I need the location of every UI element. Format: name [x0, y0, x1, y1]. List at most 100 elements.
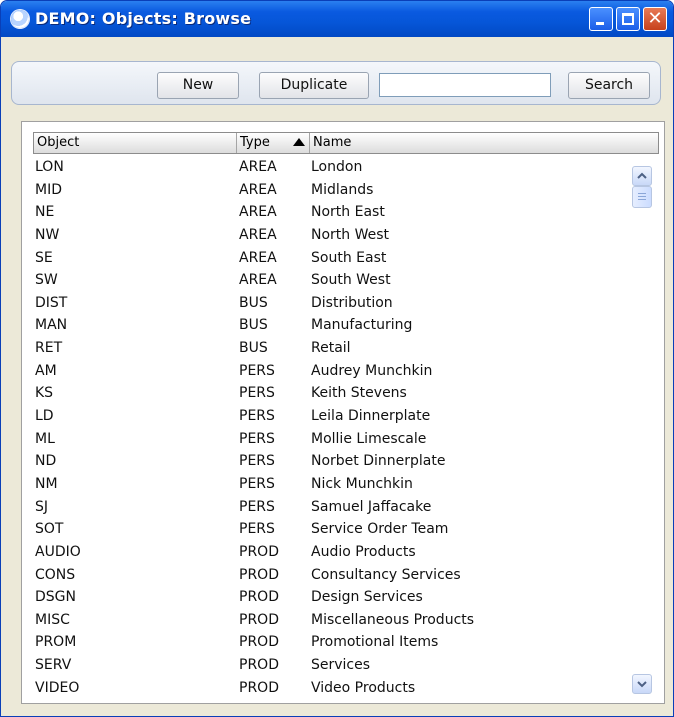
cell-object: DSGN	[35, 589, 76, 606]
table-row[interactable]: ML PERS Mollie Limescale	[33, 428, 633, 451]
cell-object: VIDEO	[35, 679, 80, 696]
cell-object: SERV	[35, 657, 72, 674]
browse-window: DEMO: Objects: Browse ✕ New Duplicate Se…	[0, 0, 674, 717]
cell-type: BUS	[239, 340, 268, 357]
table-row[interactable]: NW AREA North West	[33, 224, 633, 247]
chevron-down-icon	[637, 681, 647, 688]
scroll-down-button[interactable]	[632, 674, 652, 694]
cell-object: SOT	[35, 521, 64, 538]
table-row[interactable]: AM PERS Audrey Munchkin	[33, 360, 633, 383]
cell-object: ML	[35, 430, 55, 447]
cell-type: PERS	[239, 475, 275, 492]
table-row[interactable]: CONS PROD Consultancy Services	[33, 564, 633, 587]
minimize-button[interactable]	[589, 7, 613, 31]
cell-name: North West	[311, 226, 390, 243]
cell-name: Manufacturing	[311, 317, 413, 334]
cell-object: NE	[35, 204, 55, 221]
window-title: DEMO: Objects: Browse	[35, 9, 252, 28]
table-row[interactable]: KS PERS Keith Stevens	[33, 382, 633, 405]
cell-name: Norbet Dinnerplate	[311, 453, 446, 470]
sort-ascending-icon	[293, 138, 305, 146]
column-header-label: Type	[240, 135, 270, 150]
cell-name: Distribution	[311, 294, 393, 311]
cell-name: Mollie Limescale	[311, 430, 427, 447]
cell-object: PROM	[35, 634, 77, 651]
table-row[interactable]: SERV PROD Services	[33, 654, 633, 677]
maximize-button[interactable]	[616, 7, 640, 31]
table-row[interactable]: MID AREA Midlands	[33, 179, 633, 202]
column-header-label: Name	[313, 135, 352, 150]
search-button[interactable]: Search	[568, 72, 650, 99]
table-row[interactable]: NM PERS Nick Munchkin	[33, 473, 633, 496]
objects-list: Object Type Name LON AREA London MID AREA Mid…	[21, 121, 665, 704]
list-rows: LON AREA London MID AREA Midlands NE AREA North …	[33, 156, 633, 699]
title-bar[interactable]: DEMO: Objects: Browse ✕	[1, 1, 673, 37]
table-row[interactable]: LON AREA London	[33, 156, 633, 179]
cell-object: DIST	[35, 294, 68, 311]
table-row[interactable]: SE AREA South East	[33, 247, 633, 270]
list-header: Object Type Name	[33, 132, 659, 154]
chevron-up-icon	[637, 172, 647, 179]
duplicate-button[interactable]: Duplicate	[259, 72, 369, 99]
cell-object: NM	[35, 475, 58, 492]
cell-name: Audrey Munchkin	[311, 362, 433, 379]
cell-name: Midlands	[311, 181, 374, 198]
search-input[interactable]	[379, 73, 551, 97]
table-row[interactable]: MISC PROD Miscellaneous Products	[33, 609, 633, 632]
cell-type: AREA	[239, 249, 277, 266]
close-button[interactable]: ✕	[643, 7, 667, 31]
cell-type: PROD	[239, 611, 279, 628]
cell-name: Consultancy Services	[311, 566, 461, 583]
table-row[interactable]: MAN BUS Manufacturing	[33, 314, 633, 337]
cell-type: BUS	[239, 317, 268, 334]
new-button[interactable]: New	[157, 72, 239, 99]
scroll-up-button[interactable]	[632, 166, 652, 186]
cell-type: BUS	[239, 294, 268, 311]
cell-type: PROD	[239, 589, 279, 606]
column-header-object[interactable]: Object	[34, 133, 237, 153]
table-row[interactable]: AUDIO PROD Audio Products	[33, 541, 633, 564]
cell-name: Service Order Team	[311, 521, 449, 538]
cell-type: PERS	[239, 453, 275, 470]
table-row[interactable]: VIDEO PROD Video Products	[33, 677, 633, 700]
cell-object: AM	[35, 362, 57, 379]
cell-name: Design Services	[311, 589, 423, 606]
cell-type: PERS	[239, 521, 275, 538]
cell-type: PROD	[239, 566, 279, 583]
table-row[interactable]: LD PERS Leila Dinnerplate	[33, 405, 633, 428]
vertical-scrollbar[interactable]	[632, 156, 654, 696]
cell-object: ND	[35, 453, 57, 470]
cell-object: LD	[35, 408, 54, 425]
cell-object: KS	[35, 385, 54, 402]
cell-name: Leila Dinnerplate	[311, 408, 431, 425]
cell-name: South West	[311, 272, 391, 289]
cell-object: SJ	[35, 498, 49, 515]
table-row[interactable]: SW AREA South West	[33, 269, 633, 292]
scroll-thumb[interactable]	[632, 186, 652, 208]
cell-type: AREA	[239, 272, 277, 289]
table-row[interactable]: DSGN PROD Design Services	[33, 586, 633, 609]
table-row[interactable]: NE AREA North East	[33, 201, 633, 224]
cell-type: AREA	[239, 181, 277, 198]
button-bar: New Duplicate Search	[11, 61, 661, 105]
table-row[interactable]: PROM PROD Promotional Items	[33, 631, 633, 654]
table-row[interactable]: SJ PERS Samuel Jaffacake	[33, 496, 633, 519]
cell-type: PERS	[239, 385, 275, 402]
table-row[interactable]: SOT PERS Service Order Team	[33, 518, 633, 541]
column-header-name[interactable]: Name	[310, 133, 658, 153]
cell-type: PROD	[239, 657, 279, 674]
cell-name: Miscellaneous Products	[311, 611, 475, 628]
cell-object: MID	[35, 181, 62, 198]
cell-type: AREA	[239, 204, 277, 221]
cell-name: Retail	[311, 340, 351, 357]
table-row[interactable]: DIST BUS Distribution	[33, 292, 633, 315]
cell-type: PROD	[239, 634, 279, 651]
cell-name: Promotional Items	[311, 634, 439, 651]
cell-name: Samuel Jaffacake	[311, 498, 432, 515]
table-row[interactable]: RET BUS Retail	[33, 337, 633, 360]
table-row[interactable]: ND PERS Norbet Dinnerplate	[33, 450, 633, 473]
cell-name: London	[311, 159, 363, 175]
cell-object: LON	[35, 159, 64, 175]
cell-type: PERS	[239, 408, 275, 425]
column-header-type[interactable]: Type	[237, 133, 310, 153]
